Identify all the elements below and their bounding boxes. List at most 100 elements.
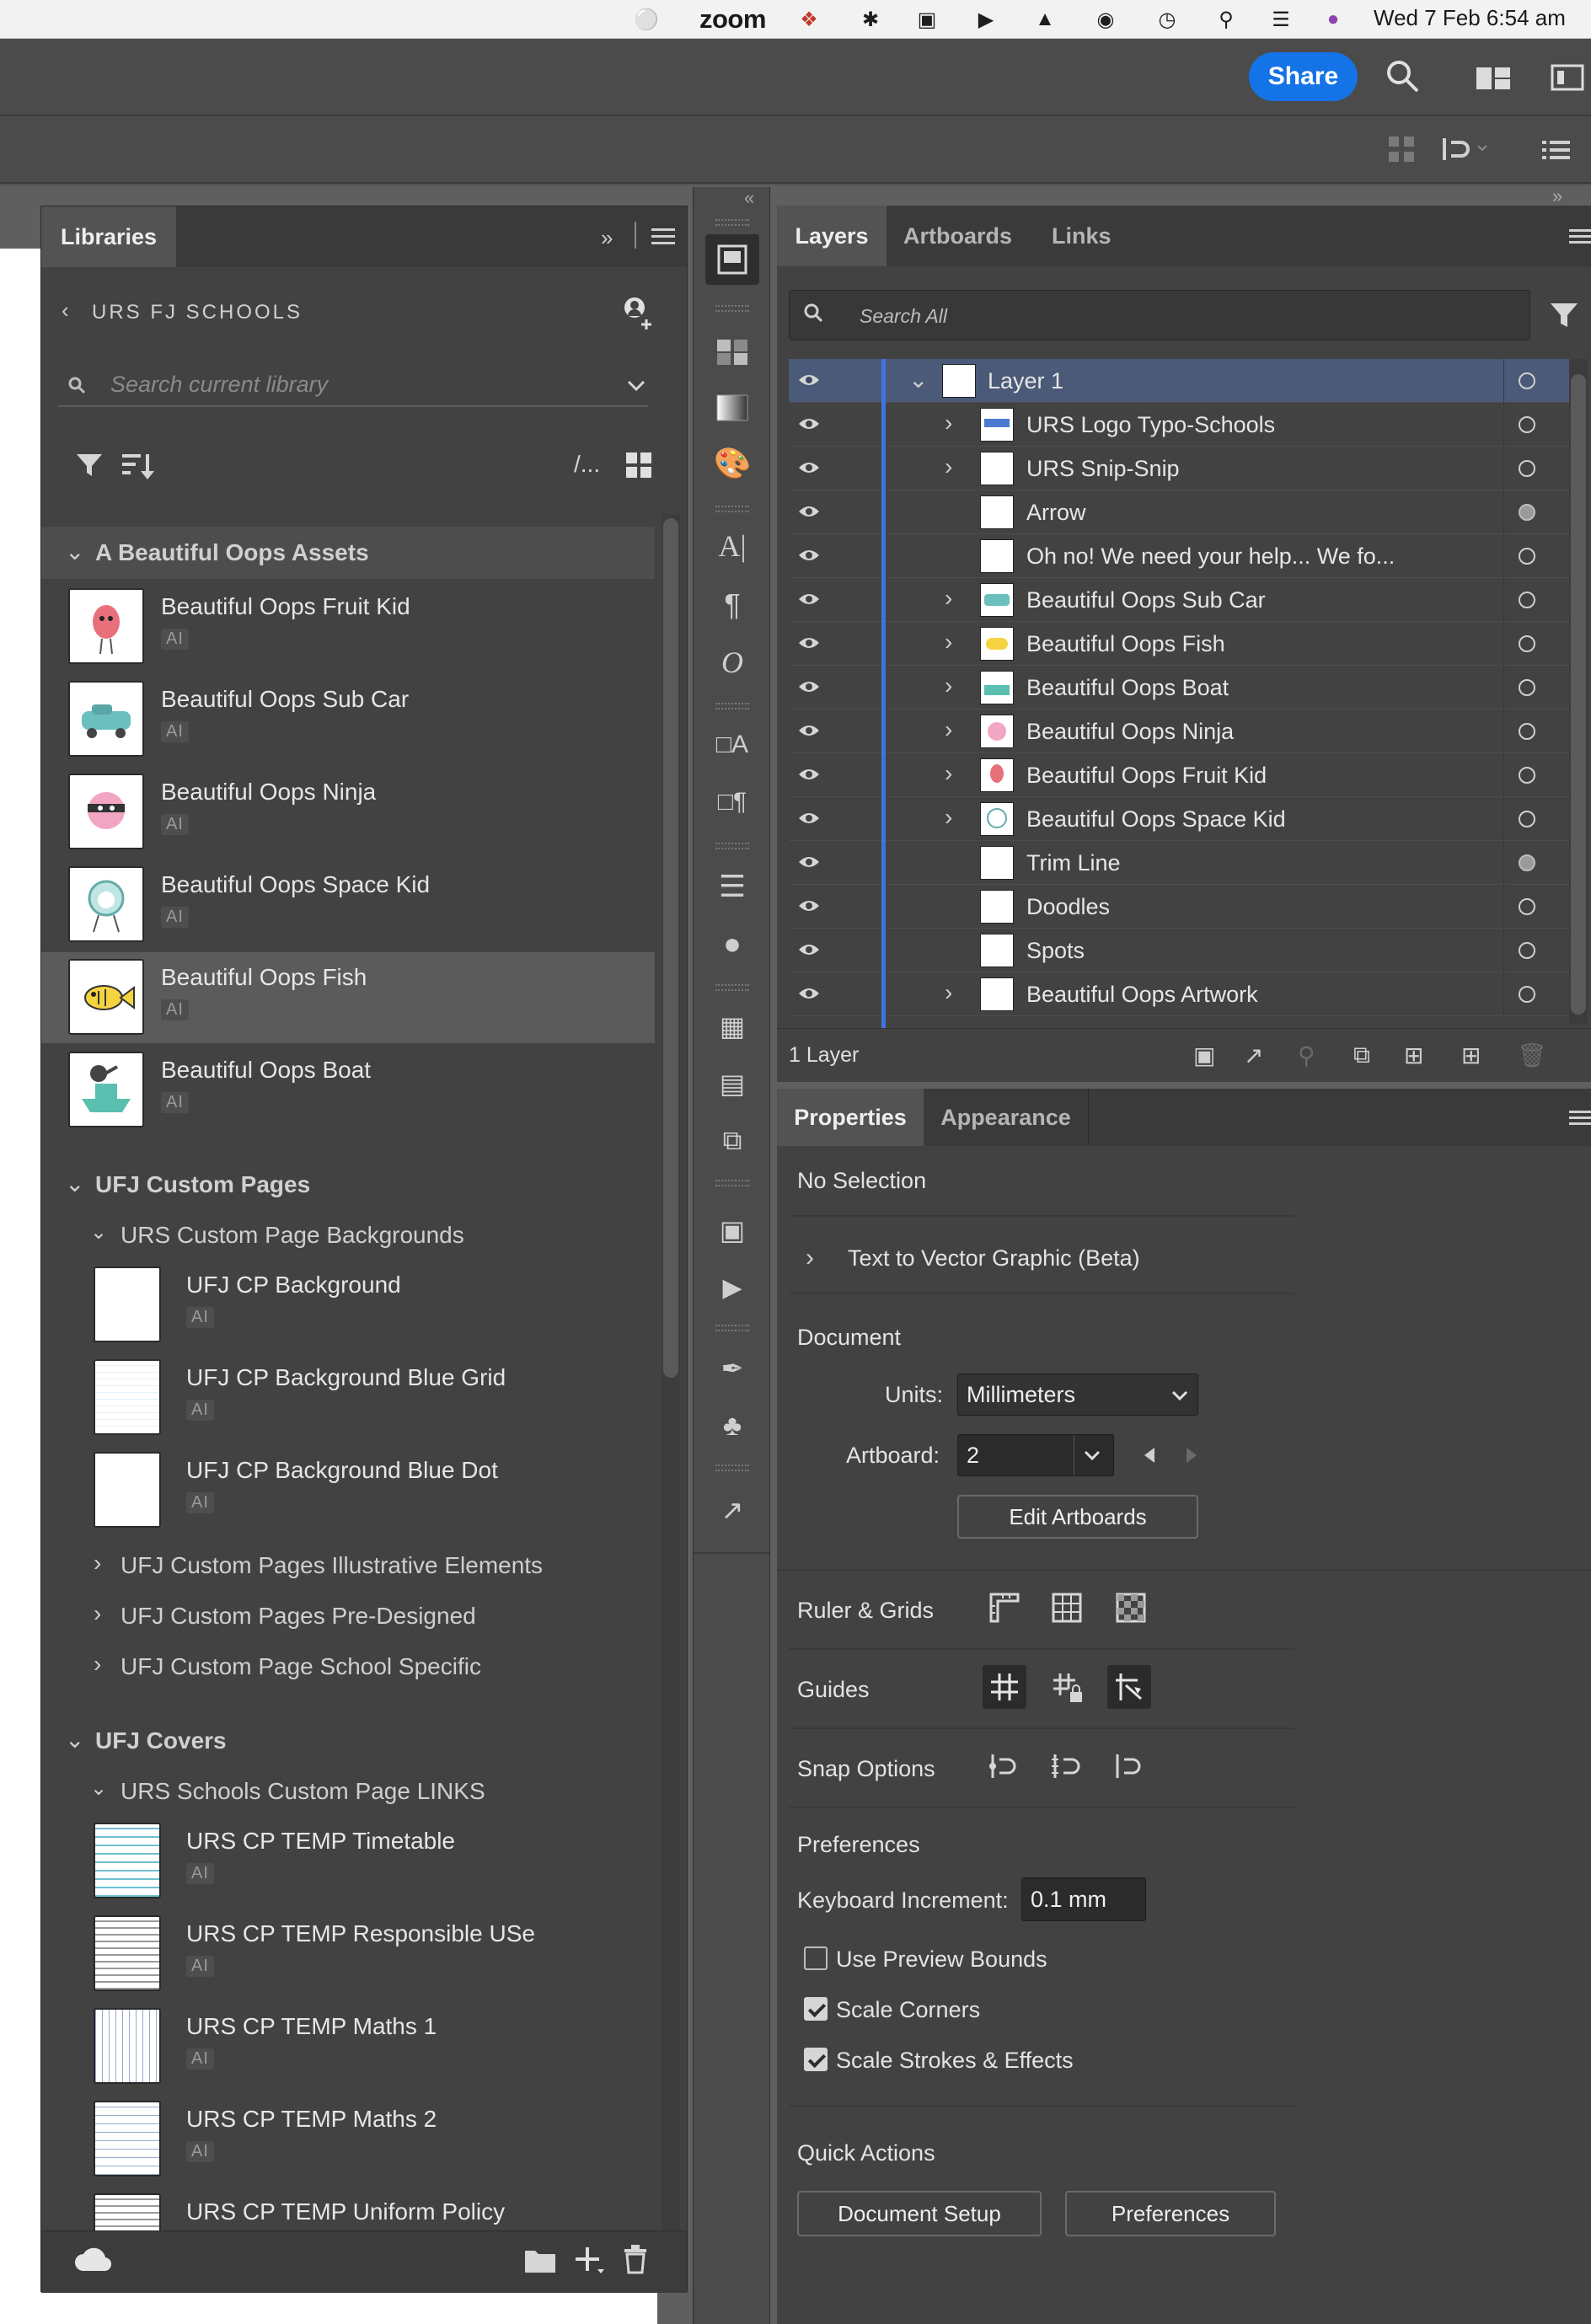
- previous-artboard-icon[interactable]: [1139, 1444, 1160, 1466]
- libraries-panel-icon[interactable]: [705, 234, 759, 285]
- chevron-down-icon[interactable]: ⌄: [65, 1726, 84, 1754]
- cloud-icon[interactable]: [73, 2246, 114, 2274]
- library-search-input[interactable]: Search current library: [110, 372, 328, 398]
- grid-icon[interactable]: [1045, 1586, 1089, 1630]
- layer-row[interactable]: › Beautiful Oops Fish: [789, 622, 1572, 666]
- subgroup-title[interactable]: URS Custom Page Backgrounds: [121, 1222, 464, 1249]
- chevron-down-icon[interactable]: ⌄: [65, 1170, 84, 1197]
- arrange-grid-icon[interactable]: [1387, 135, 1416, 163]
- artboards-icon[interactable]: ▣: [709, 1208, 756, 1252]
- target-selected-icon[interactable]: [1519, 854, 1535, 871]
- eye-icon[interactable]: [797, 546, 821, 566]
- grip-handle[interactable]: [715, 506, 749, 512]
- subgroup-title[interactable]: UFJ Custom Page School Specific: [121, 1653, 481, 1680]
- wifi-icon[interactable]: ▲: [1032, 7, 1058, 32]
- trash-icon[interactable]: [623, 2244, 648, 2274]
- eye-icon[interactable]: [797, 371, 821, 391]
- eye-icon[interactable]: [797, 940, 821, 961]
- collect-export-icon[interactable]: ▣: [1193, 1042, 1215, 1069]
- play-icon[interactable]: ▶: [973, 7, 999, 32]
- ruler-icon[interactable]: [983, 1586, 1026, 1630]
- align-icon[interactable]: ▤: [709, 1062, 756, 1106]
- time-machine-icon[interactable]: ◷: [1154, 7, 1180, 32]
- new-layer-icon[interactable]: ⊞: [1461, 1042, 1481, 1069]
- brushes-icon[interactable]: ✒: [709, 1347, 756, 1390]
- library-item[interactable]: UFJ CP Background AI: [41, 1260, 655, 1351]
- target-icon[interactable]: [1519, 767, 1535, 784]
- collapse-panel-icon[interactable]: »: [601, 225, 613, 251]
- share-button[interactable]: Share: [1249, 52, 1358, 101]
- smart-guides-icon[interactable]: [1107, 1665, 1151, 1709]
- filter-icon[interactable]: [75, 451, 104, 479]
- layer-row[interactable]: Arrow: [789, 490, 1572, 534]
- layer-row[interactable]: ⌄ Layer 1: [789, 359, 1572, 403]
- eye-icon[interactable]: [797, 415, 821, 435]
- layer-row[interactable]: › Beautiful Oops Artwork: [789, 972, 1572, 1016]
- zoom-menu-item[interactable]: zoom: [699, 4, 766, 35]
- scrollbar-thumb[interactable]: [663, 518, 678, 1378]
- group-title[interactable]: UFJ Covers: [95, 1727, 227, 1754]
- eye-icon[interactable]: [797, 458, 821, 479]
- export-icon[interactable]: ↗: [709, 1488, 756, 1532]
- sort-icon[interactable]: [122, 451, 156, 481]
- snap-menu-icon[interactable]: [1439, 135, 1490, 163]
- tab-layers[interactable]: Layers: [777, 206, 887, 266]
- chevron-right-icon[interactable]: ›: [945, 672, 952, 699]
- library-item[interactable]: Beautiful Oops Space Kid AI: [41, 859, 655, 950]
- grip-handle[interactable]: [715, 843, 749, 849]
- dropbox-icon[interactable]: ❖: [796, 7, 822, 32]
- grid-view-icon[interactable]: [626, 452, 651, 478]
- eye-icon[interactable]: [797, 765, 821, 785]
- target-icon[interactable]: [1519, 635, 1535, 652]
- eye-icon[interactable]: [797, 853, 821, 873]
- layer-row[interactable]: Spots: [789, 929, 1572, 972]
- new-sublayer-icon[interactable]: ⊞: [1404, 1042, 1423, 1069]
- panel-menu-icon[interactable]: [1569, 228, 1591, 246]
- chevron-down-icon[interactable]: ⌄: [90, 1776, 107, 1801]
- chevron-right-icon[interactable]: ›: [945, 585, 952, 612]
- subgroup-title[interactable]: URS Schools Custom Page LINKS: [121, 1778, 485, 1805]
- target-icon[interactable]: [1519, 460, 1535, 477]
- chevron-right-icon[interactable]: ›: [94, 1550, 101, 1577]
- library-item[interactable]: Beautiful Oops Fruit Kid AI: [41, 581, 655, 672]
- stroke-icon[interactable]: ☰: [709, 865, 756, 908]
- collapse-icon[interactable]: «: [744, 187, 754, 209]
- tab-links[interactable]: Links: [1052, 206, 1112, 266]
- layer-row[interactable]: Trim Line: [789, 841, 1572, 885]
- grip-handle[interactable]: [715, 703, 749, 710]
- scrollbar-thumb[interactable]: [1571, 374, 1586, 1015]
- chevron-down-icon[interactable]: ⌄: [908, 366, 928, 394]
- character-icon[interactable]: A|: [709, 524, 756, 568]
- menubar-clock[interactable]: Wed 7 Feb 6:54 am: [1374, 5, 1566, 31]
- panel-toggle-icon[interactable]: [1551, 62, 1584, 93]
- use-preview-bounds-checkbox[interactable]: [804, 1946, 828, 1970]
- transparency-icon[interactable]: ●: [709, 922, 756, 966]
- layer-row[interactable]: › Beautiful Oops Boat: [789, 666, 1572, 710]
- layer-row[interactable]: › URS Logo Typo-Schools: [789, 403, 1572, 447]
- chevron-right-icon[interactable]: ›: [945, 629, 952, 656]
- user-icon[interactable]: ◉: [1093, 7, 1118, 32]
- chevron-right-icon[interactable]: ›: [94, 1600, 101, 1627]
- target-icon[interactable]: [1519, 416, 1535, 433]
- target-icon[interactable]: [1519, 679, 1535, 696]
- chevron-right-icon[interactable]: ›: [945, 453, 952, 480]
- folder-icon[interactable]: [523, 2246, 557, 2274]
- creative-cloud-icon[interactable]: ⚪: [634, 7, 659, 32]
- opentype-icon[interactable]: O: [709, 640, 756, 684]
- tab-properties[interactable]: Properties: [777, 1089, 924, 1146]
- filter-icon[interactable]: [1549, 300, 1579, 330]
- group-title[interactable]: UFJ Custom Pages: [95, 1171, 310, 1198]
- document-setup-button[interactable]: Document Setup: [797, 2191, 1042, 2236]
- chevron-down-icon[interactable]: ⌄: [90, 1220, 107, 1245]
- library-item[interactable]: UFJ CP Background Blue Grid AI: [41, 1352, 655, 1443]
- target-icon[interactable]: [1519, 548, 1535, 565]
- grip-handle[interactable]: [715, 984, 749, 991]
- export-icon[interactable]: ↗: [1244, 1042, 1263, 1069]
- list-menu-icon[interactable]: [1542, 138, 1571, 162]
- add-icon[interactable]: [572, 2242, 606, 2276]
- spotlight-search-icon[interactable]: ⚲: [1213, 7, 1239, 32]
- tab-artboards[interactable]: Artboards: [903, 206, 1012, 266]
- library-item[interactable]: UFJ CP Background Blue Dot AI: [41, 1445, 655, 1536]
- color-palette-icon[interactable]: 🎨: [709, 442, 756, 485]
- siri-icon[interactable]: ●: [1320, 7, 1346, 32]
